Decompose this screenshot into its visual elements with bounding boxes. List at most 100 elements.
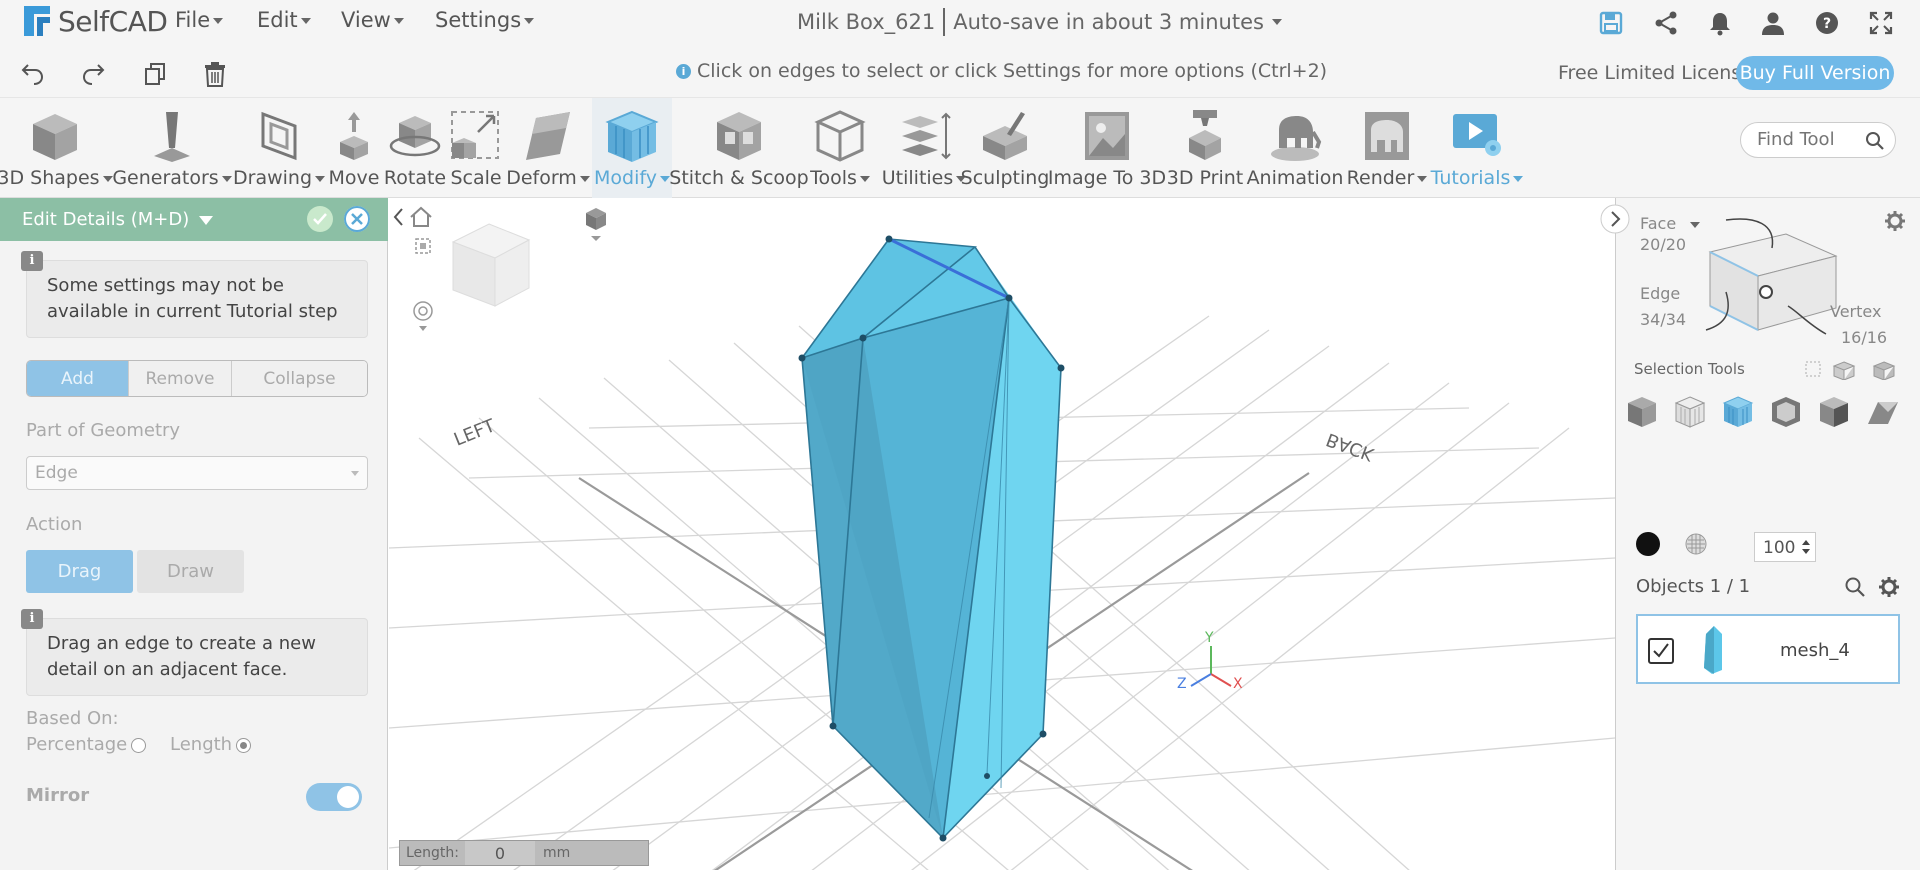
tool-move[interactable]: Move — [326, 98, 382, 198]
tool-label: Modify — [594, 167, 670, 189]
color-swatch[interactable] — [1636, 532, 1660, 556]
mirror-toggle[interactable] — [306, 783, 362, 811]
utilities-icon — [902, 112, 951, 160]
draw-button[interactable]: Draw — [137, 550, 244, 593]
chevron-down-icon — [102, 175, 113, 182]
perspective-icon[interactable] — [583, 206, 609, 246]
redo-icon[interactable] — [80, 61, 106, 87]
object-thumbnail — [1704, 626, 1722, 674]
menu-view[interactable]: View — [341, 8, 404, 32]
tool-3d-print[interactable]: 3D Print — [1167, 98, 1243, 198]
percentage-option[interactable]: Percentage — [26, 734, 147, 755]
autosave-status[interactable]: Auto-save in about 3 minutes — [953, 10, 1264, 34]
object-name: mesh_4 — [1780, 640, 1850, 661]
mode-collapse-button[interactable]: Collapse — [232, 361, 367, 396]
bell-icon[interactable] — [1707, 10, 1733, 36]
tool-deform[interactable]: Deform — [506, 98, 590, 198]
tool-tutorials[interactable]: Tutorials — [1431, 98, 1524, 198]
mode-selector: Add Remove Collapse — [26, 360, 368, 397]
opacity-value: 100 — [1763, 538, 1796, 558]
tool-render[interactable]: Render — [1344, 98, 1430, 198]
tool-image-to-3d[interactable]: Image To 3D — [1048, 98, 1166, 198]
find-tool-search[interactable] — [1740, 122, 1896, 158]
drag-button[interactable]: Drag — [26, 550, 133, 593]
home-view-icon[interactable] — [409, 206, 433, 228]
chevron-down-icon[interactable] — [1271, 19, 1282, 25]
stepper-arrows-icon[interactable] — [1801, 538, 1811, 556]
mode-remove-button[interactable]: Remove — [129, 361, 232, 396]
chevron-down-icon — [199, 215, 214, 225]
sculpting-icon — [983, 112, 1027, 160]
texture-icon[interactable] — [1684, 532, 1708, 556]
opacity-stepper[interactable]: 100 — [1754, 532, 1816, 562]
main-toolbar: 3D Shapes Generators Drawing Move Rotate… — [0, 98, 1920, 198]
length-option[interactable]: Length — [170, 734, 252, 755]
search-icon[interactable] — [1865, 131, 1885, 151]
app-logo[interactable]: SelfCAD — [20, 2, 168, 40]
axis-z-label: Z — [1177, 676, 1187, 692]
menu-settings[interactable]: Settings — [435, 8, 535, 32]
tool-scale[interactable]: Scale — [448, 98, 504, 198]
orbit-icon[interactable] — [411, 300, 435, 334]
search-icon[interactable] — [1844, 576, 1866, 598]
save-icon[interactable] — [1598, 10, 1624, 36]
tool-3d-shapes[interactable]: 3D Shapes — [0, 98, 113, 198]
selection-mini-icons[interactable] — [1802, 358, 1902, 380]
undo-icon[interactable] — [20, 61, 46, 87]
drag-note: i Drag an edge to create a new detail on… — [21, 609, 368, 696]
tool-utilities[interactable]: Utilities — [882, 98, 967, 198]
panel-title[interactable]: Edit Details (M+D) — [22, 209, 214, 230]
collapse-right-panel-icon[interactable] — [1600, 202, 1630, 236]
help-icon[interactable]: ? — [1814, 10, 1840, 36]
3d-viewport[interactable]: LEFT BACK Y X Z Length: 0 mm — [389, 198, 1615, 870]
buy-full-version-button[interactable]: Buy Full Version — [1736, 56, 1894, 90]
object-visibility-checkbox[interactable] — [1648, 638, 1674, 664]
info-icon: i — [21, 609, 43, 629]
copy-icon[interactable] — [142, 61, 168, 87]
project-name[interactable]: Milk Box_621 — [797, 10, 935, 34]
menu-edit[interactable]: Edit — [257, 8, 311, 32]
chevron-down-icon — [213, 18, 224, 24]
menu-file[interactable]: File — [175, 8, 224, 32]
confirm-button[interactable] — [307, 206, 333, 232]
selection-mode-diagram[interactable] — [1676, 212, 1876, 342]
tool-sculpting[interactable]: Sculpting — [961, 98, 1049, 198]
trash-icon[interactable] — [202, 61, 228, 87]
printer-icon — [1189, 110, 1221, 160]
collapse-left-panel-icon[interactable] — [391, 206, 407, 228]
tool-generators[interactable]: Generators — [112, 98, 232, 198]
top-bar: SelfCAD File Edit View Settings Milk Box… — [0, 0, 1920, 43]
close-button[interactable] — [344, 206, 370, 232]
part-of-geometry-select[interactable]: Edge — [26, 456, 368, 490]
selection-tools-label: Selection Tools — [1634, 360, 1745, 378]
length-value[interactable]: 0 — [465, 841, 536, 865]
gear-icon[interactable] — [1878, 576, 1900, 598]
tool-drawing[interactable]: Drawing — [233, 98, 326, 198]
length-radio[interactable] — [236, 737, 252, 753]
selection-tool-icons[interactable] — [1624, 394, 1914, 430]
gear-icon[interactable] — [1884, 210, 1906, 232]
menu-edit-label: Edit — [257, 8, 298, 32]
percentage-radio[interactable] — [131, 737, 147, 753]
object-list-item[interactable]: mesh_4 — [1636, 614, 1900, 684]
tool-stitch-scoop[interactable]: Stitch & Scoop — [669, 98, 809, 198]
tool-tools[interactable]: Tools — [806, 98, 874, 198]
tool-rotate[interactable]: Rotate — [384, 98, 446, 198]
left-label: LEFT — [451, 415, 499, 451]
tool-animation[interactable]: Animation — [1247, 98, 1343, 198]
back-label: BACK — [1324, 428, 1378, 465]
tool-label: Deform — [506, 167, 590, 189]
fit-view-icon[interactable] — [413, 236, 433, 256]
tool-label: Utilities — [882, 167, 967, 189]
tool-modify[interactable]: Modify — [592, 98, 672, 198]
find-tool-input[interactable] — [1757, 129, 1857, 150]
length-readout: Length: 0 mm — [399, 840, 649, 866]
check-icon — [313, 213, 327, 225]
chevron-down-icon — [1417, 175, 1428, 182]
scene-canvas[interactable]: LEFT BACK Y X Z — [389, 198, 1615, 870]
tool-label: Stitch & Scoop — [669, 167, 809, 189]
fullscreen-icon[interactable] — [1868, 10, 1894, 36]
share-icon[interactable] — [1653, 10, 1679, 36]
mode-add-button[interactable]: Add — [27, 361, 129, 396]
user-icon[interactable] — [1760, 10, 1786, 36]
